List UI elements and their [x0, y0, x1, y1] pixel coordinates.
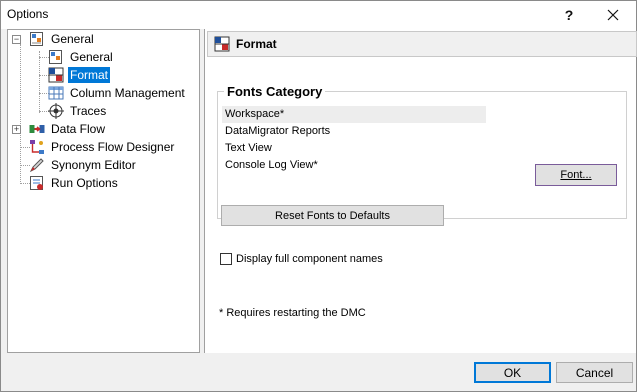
tree-item-label: Process Flow Designer [51, 140, 175, 154]
panel-header: Format [207, 31, 637, 57]
tree-item-data-flow[interactable]: Data Flow [29, 120, 107, 138]
tree-item-label: Run Options [51, 176, 118, 190]
format-icon [48, 67, 64, 83]
tree-item-label: Traces [70, 104, 107, 118]
traces-icon [48, 103, 64, 119]
tree-item-format[interactable]: Format [48, 66, 111, 84]
fonts-category-list[interactable]: Workspace* DataMigrator Reports Text Vie… [222, 106, 486, 182]
tree-item-label: General [51, 32, 94, 46]
options-tree[interactable]: − General General Format Column Manageme… [7, 29, 200, 353]
close-button[interactable] [591, 1, 635, 29]
tree-item-label: Format [68, 67, 111, 83]
format-panel: Format Fonts Category Workspace* DataMig… [204, 29, 637, 353]
display-full-names-option[interactable]: Display full component names [220, 253, 383, 265]
fonts-category-group: Fonts Category Workspace* DataMigrator R… [217, 84, 627, 219]
tree-item-general[interactable]: General [29, 30, 96, 48]
tree-item-label: General [70, 50, 113, 64]
title-bar: Options ? [1, 1, 636, 29]
reset-fonts-button[interactable]: Reset Fonts to Defaults [221, 205, 444, 226]
list-item[interactable]: DataMigrator Reports [222, 123, 486, 140]
format-icon [214, 36, 230, 52]
ok-button[interactable]: OK [474, 362, 551, 383]
tree-item-column-management[interactable]: Column Management [48, 84, 187, 102]
tree-item-general-sub[interactable]: General [48, 48, 115, 66]
group-title: Fonts Category [224, 84, 326, 99]
settings-page-icon [30, 32, 43, 46]
display-full-names-checkbox[interactable] [220, 253, 232, 265]
process-flow-icon [30, 140, 44, 154]
panel-title: Format [236, 37, 277, 51]
font-button[interactable]: Font... [535, 164, 617, 186]
cancel-button[interactable]: Cancel [556, 362, 633, 383]
run-options-icon [30, 176, 43, 190]
restart-note: * Requires restarting the DMC [219, 307, 366, 319]
tree-item-synonym-editor[interactable]: Synonym Editor [29, 156, 138, 174]
tree-item-label: Synonym Editor [51, 158, 136, 172]
options-dialog: Options ? − General General Format Colum… [0, 0, 637, 392]
settings-page-icon [49, 50, 62, 64]
list-item[interactable]: Workspace* [222, 106, 486, 123]
checkbox-label: Display full component names [236, 253, 383, 265]
list-item[interactable]: Text View [222, 140, 486, 157]
close-icon [607, 9, 619, 21]
tree-item-label: Column Management [70, 86, 185, 100]
table-icon [48, 86, 64, 100]
expand-data-flow-expander[interactable]: + [12, 125, 21, 134]
synonym-editor-icon [29, 158, 44, 173]
tree-item-run-options[interactable]: Run Options [29, 174, 120, 192]
tree-item-label: Data Flow [51, 122, 106, 136]
dialog-title: Options [7, 7, 49, 21]
help-button[interactable]: ? [547, 1, 591, 29]
data-flow-icon [29, 125, 45, 133]
collapse-general-expander[interactable]: − [12, 35, 21, 44]
tree-item-traces[interactable]: Traces [48, 102, 108, 120]
list-item[interactable]: Console Log View* [222, 157, 486, 174]
tree-item-process-flow-designer[interactable]: Process Flow Designer [29, 138, 176, 156]
